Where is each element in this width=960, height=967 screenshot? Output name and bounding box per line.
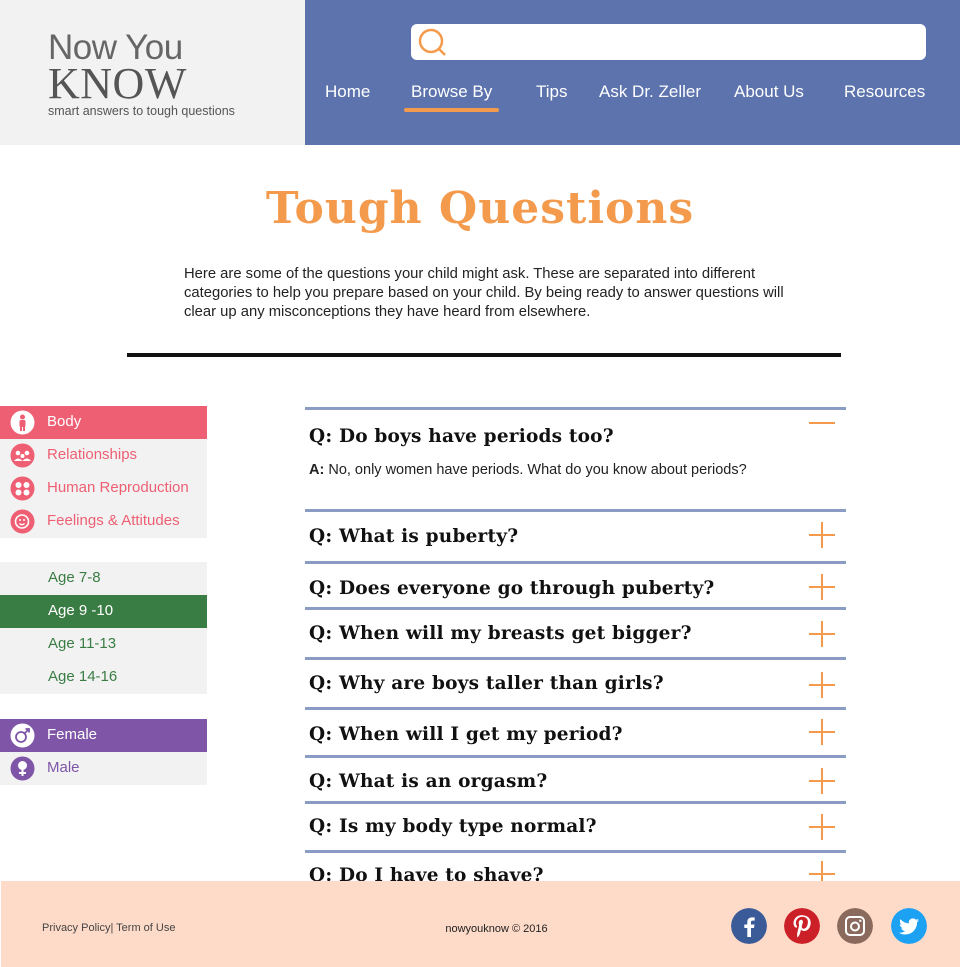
expand-icon[interactable]: [809, 768, 835, 794]
nav-active-indicator: [404, 108, 499, 112]
age-filter: Age 7-8 Age 9 -10 Age 11-13 Age 14-16: [0, 562, 207, 694]
faq-item[interactable]: Q: When will I get my period?: [305, 707, 846, 757]
expand-icon[interactable]: [809, 621, 835, 647]
faq-item[interactable]: Q: When will my breasts get bigger?: [305, 607, 846, 659]
search-input[interactable]: [411, 24, 926, 60]
gender-filter: Female Male: [0, 719, 207, 785]
topic-body[interactable]: Body: [0, 406, 207, 439]
age-14-16-label: Age 14-16: [48, 668, 118, 685]
faq-question[interactable]: Q: Is my body type normal?: [309, 816, 597, 837]
pinterest-icon[interactable]: [784, 908, 820, 944]
age-11-13-label: Age 11-13: [48, 635, 117, 652]
nav-home[interactable]: Home: [325, 82, 370, 102]
expand-icon[interactable]: [809, 672, 835, 698]
topic-relationships-label: Relationships: [47, 446, 138, 463]
female-icon: [10, 723, 35, 748]
faq-question[interactable]: Q: Do boys have periods too?: [309, 426, 614, 447]
age-7-8-label: Age 7-8: [48, 569, 101, 586]
expand-icon[interactable]: [809, 719, 835, 745]
section-divider: [127, 353, 841, 357]
topic-relationships[interactable]: Relationships: [0, 439, 207, 472]
topic-human-reproduction[interactable]: Human Reproduction: [0, 472, 207, 505]
search-icon[interactable]: [417, 27, 447, 57]
topic-body-label: Body: [47, 413, 82, 430]
collapse-icon[interactable]: [809, 422, 835, 424]
answer-text: No, only women have periods. What do you…: [328, 462, 747, 478]
faq-item[interactable]: Q: Do boys have periods too? A: No, only…: [305, 407, 846, 511]
main-nav: Home Browse By Tips Ask Dr. Zeller About…: [305, 82, 960, 122]
nav-tips[interactable]: Tips: [536, 82, 568, 102]
faq-question[interactable]: Q: What is puberty?: [309, 526, 518, 547]
age-14-16[interactable]: Age 14-16: [0, 661, 207, 694]
instagram-icon[interactable]: [837, 908, 873, 944]
age-9-10[interactable]: Age 9 -10: [0, 595, 207, 628]
body-icon: [10, 410, 35, 435]
faq-item[interactable]: Q: Do I have to shave?: [305, 850, 846, 881]
footer: Privacy Policy| Term of Use nowyouknow ©…: [1, 881, 960, 967]
faq-item[interactable]: Q: Is my body type normal?: [305, 801, 846, 851]
page-title: Tough Questions: [265, 183, 695, 234]
faq-question[interactable]: Q: Why are boys taller than girls?: [309, 673, 664, 694]
nav-ask-dr-zeller[interactable]: Ask Dr. Zeller: [599, 82, 701, 102]
faq-item[interactable]: Q: Why are boys taller than girls?: [305, 657, 846, 709]
faq-item[interactable]: Q: What is an orgasm?: [305, 755, 846, 803]
faq-question[interactable]: Q: What is an orgasm?: [309, 771, 547, 792]
brand-panel: Now You KNOW smart answers to tough ques…: [0, 0, 305, 145]
nav-about-us[interactable]: About Us: [734, 82, 804, 102]
nav-resources[interactable]: Resources: [844, 82, 925, 102]
age-11-13[interactable]: Age 11-13: [0, 628, 207, 661]
age-9-10-label: Age 9 -10: [48, 602, 114, 619]
faq-item[interactable]: Q: What is puberty?: [305, 509, 846, 561]
twitter-icon[interactable]: [891, 908, 927, 944]
male-icon: [10, 756, 35, 781]
facebook-icon[interactable]: [731, 908, 767, 944]
reproduction-icon: [10, 476, 35, 501]
faq-question[interactable]: Q: Does everyone go through puberty?: [309, 578, 714, 599]
faq-question[interactable]: Q: When will I get my period?: [309, 724, 623, 745]
logo-line2[interactable]: KNOW: [48, 58, 187, 109]
topic-feelings-attitudes-label: Feelings & Attitudes: [47, 512, 180, 529]
faq-question[interactable]: Q: When will my breasts get bigger?: [309, 623, 692, 644]
gender-male[interactable]: Male: [0, 752, 207, 785]
faq-answer: A: No, only women have periods. What do …: [309, 462, 747, 478]
gender-female-label: Female: [47, 726, 98, 743]
topic-human-reproduction-label: Human Reproduction: [47, 479, 189, 496]
expand-icon[interactable]: [809, 814, 835, 840]
page-intro: Here are some of the questions your chil…: [184, 266, 784, 320]
gender-male-label: Male: [47, 759, 80, 776]
answer-prefix: A:: [309, 462, 325, 478]
feelings-icon: [10, 509, 35, 534]
faq-item[interactable]: Q: Does everyone go through puberty?: [305, 561, 846, 609]
expand-icon[interactable]: [809, 574, 835, 600]
topic-feelings-attitudes[interactable]: Feelings & Attitudes: [0, 505, 207, 538]
age-7-8[interactable]: Age 7-8: [0, 562, 207, 595]
relationships-icon: [10, 443, 35, 468]
gender-female[interactable]: Female: [0, 719, 207, 752]
faq-list: Q: Do boys have periods too? A: No, only…: [305, 407, 846, 881]
topic-filter: Body Relationships Human Reproduction Fe…: [0, 406, 207, 538]
expand-icon[interactable]: [809, 861, 835, 881]
nav-browse-by[interactable]: Browse By: [411, 82, 492, 102]
faq-question[interactable]: Q: Do I have to shave?: [309, 865, 544, 881]
expand-icon[interactable]: [809, 522, 835, 548]
top-bar: Home Browse By Tips Ask Dr. Zeller About…: [305, 0, 960, 145]
logo-tagline: smart answers to tough questions: [48, 104, 235, 118]
